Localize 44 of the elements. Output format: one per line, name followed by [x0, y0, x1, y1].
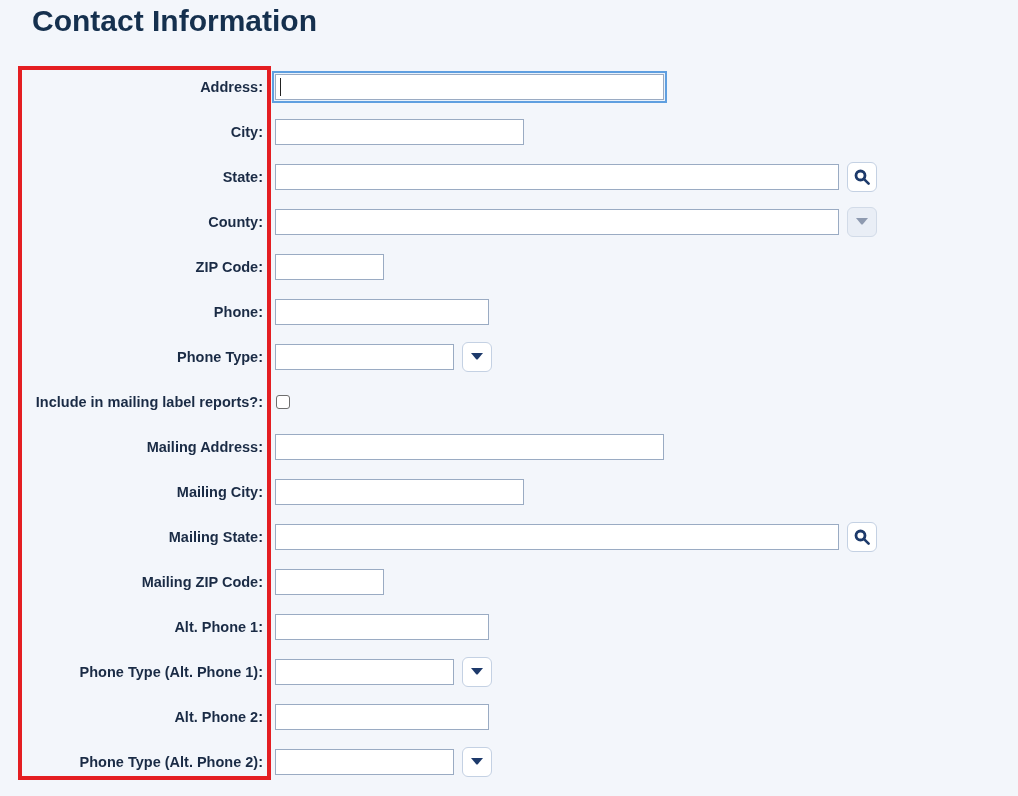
- input-field[interactable]: [275, 298, 489, 325]
- field-label: Mailing State:: [168, 528, 263, 545]
- page-title: Contact Information: [32, 3, 317, 39]
- caret-icon: [856, 218, 868, 225]
- field-label: Phone Type (Alt. Phone 2):: [79, 753, 263, 770]
- search-icon: [854, 528, 870, 545]
- input-field[interactable]: [275, 343, 454, 370]
- field-label: Phone:: [213, 303, 263, 320]
- input-field[interactable]: [275, 163, 839, 190]
- field-label: State:: [222, 168, 263, 185]
- field-label: Phone Type (Alt. Phone 1):: [79, 663, 263, 680]
- field-label: Alt. Phone 2:: [174, 708, 263, 725]
- input-field[interactable]: [272, 70, 667, 103]
- input-field[interactable]: [275, 118, 524, 145]
- search-button[interactable]: [847, 161, 877, 192]
- input-field[interactable]: [275, 613, 489, 640]
- checkbox[interactable]: [276, 394, 290, 409]
- input-field[interactable]: [275, 523, 839, 550]
- dropdown-button[interactable]: [462, 746, 492, 777]
- dropdown-button[interactable]: [462, 341, 492, 372]
- input-field[interactable]: [275, 478, 524, 505]
- dropdown-button[interactable]: [462, 656, 492, 687]
- field-label: Include in mailing label reports?:: [35, 393, 263, 410]
- field-label: City:: [230, 123, 263, 140]
- caret-icon: [471, 668, 483, 675]
- field-label: Alt. Phone 1:: [174, 618, 263, 635]
- caret-icon: [471, 353, 483, 360]
- input-field[interactable]: [275, 658, 454, 685]
- input-field[interactable]: [275, 568, 384, 595]
- input-field[interactable]: [275, 703, 489, 730]
- field-label: ZIP Code:: [195, 258, 263, 275]
- input-field[interactable]: [275, 253, 384, 280]
- input-field[interactable]: [275, 748, 454, 775]
- field-label: Mailing ZIP Code:: [141, 573, 263, 590]
- search-icon: [854, 168, 870, 185]
- field-label: Mailing Address:: [146, 438, 263, 455]
- caret-icon: [471, 758, 483, 765]
- field-label: Phone Type:: [177, 348, 263, 365]
- field-label: Address:: [200, 78, 263, 95]
- field-label: Mailing City:: [176, 483, 263, 500]
- input-field[interactable]: [275, 433, 664, 460]
- input-field[interactable]: [275, 208, 839, 235]
- search-button[interactable]: [847, 521, 877, 552]
- field-label: County:: [208, 213, 263, 230]
